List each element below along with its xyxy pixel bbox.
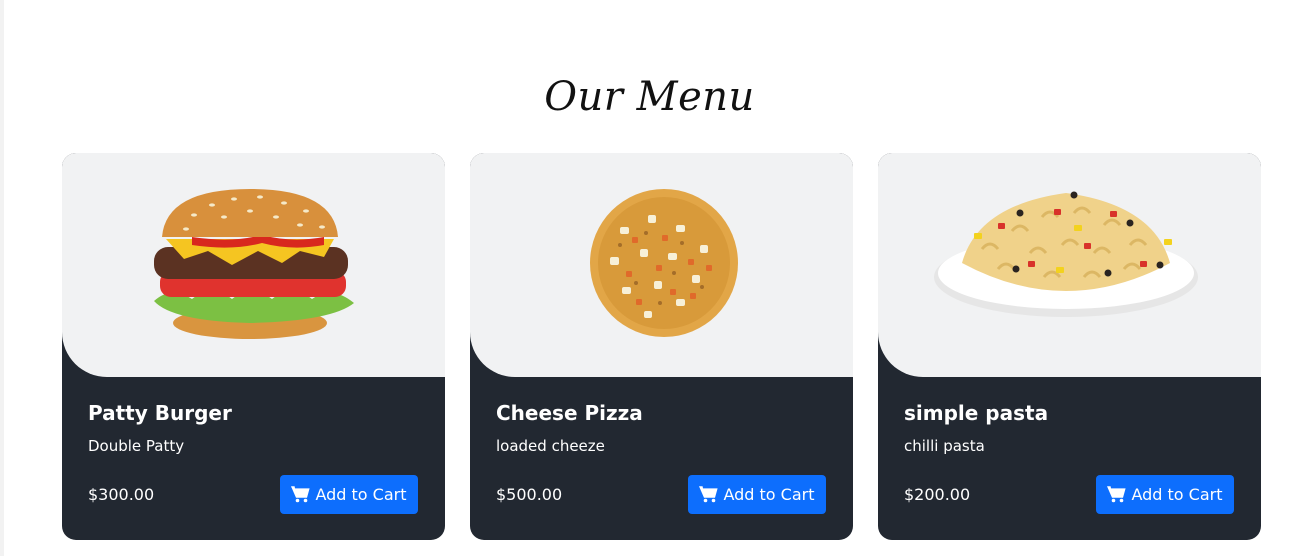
cart-icon bbox=[699, 486, 719, 503]
add-to-cart-button[interactable]: Add to Cart bbox=[688, 475, 826, 514]
burger-image bbox=[62, 153, 445, 377]
item-name: Cheese Pizza bbox=[496, 401, 643, 425]
pizza-image bbox=[470, 153, 853, 377]
menu-card-pasta: simple pasta chilli pasta $200.00 Add to… bbox=[878, 153, 1261, 540]
item-name: simple pasta bbox=[904, 401, 1049, 425]
menu-cards: Patty Burger Double Patty $300.00 Add to… bbox=[62, 153, 1261, 540]
item-price: $300.00 bbox=[88, 485, 155, 504]
add-to-cart-button[interactable]: Add to Cart bbox=[1096, 475, 1234, 514]
add-to-cart-label: Add to Cart bbox=[315, 485, 407, 504]
menu-page: Our Menu Patty Burger Double Patty $300.… bbox=[0, 0, 1299, 556]
section-title: Our Menu bbox=[544, 74, 755, 120]
item-description: loaded cheeze bbox=[496, 437, 605, 455]
item-price: $500.00 bbox=[496, 485, 563, 504]
cart-icon bbox=[291, 486, 311, 503]
item-description: chilli pasta bbox=[904, 437, 985, 455]
add-to-cart-label: Add to Cart bbox=[723, 485, 815, 504]
item-price: $200.00 bbox=[904, 485, 971, 504]
menu-card-burger: Patty Burger Double Patty $300.00 Add to… bbox=[62, 153, 445, 540]
item-name: Patty Burger bbox=[88, 401, 232, 425]
card-body: simple pasta chilli pasta bbox=[904, 399, 1235, 456]
cart-icon bbox=[1107, 486, 1127, 503]
menu-card-pizza: Cheese Pizza loaded cheeze $500.00 Add t… bbox=[470, 153, 853, 540]
card-body: Cheese Pizza loaded cheeze bbox=[496, 399, 827, 456]
add-to-cart-label: Add to Cart bbox=[1131, 485, 1223, 504]
add-to-cart-button[interactable]: Add to Cart bbox=[280, 475, 418, 514]
item-description: Double Patty bbox=[88, 437, 185, 455]
card-body: Patty Burger Double Patty bbox=[88, 399, 419, 456]
pasta-image bbox=[878, 153, 1261, 377]
